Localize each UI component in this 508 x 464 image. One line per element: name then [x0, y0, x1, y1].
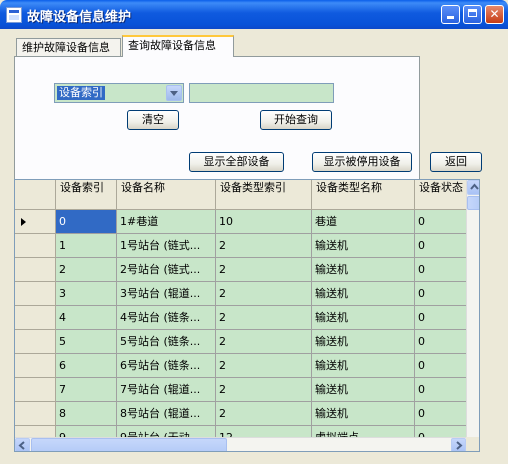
- row-header[interactable]: [15, 378, 56, 402]
- grid-cell[interactable]: 6: [56, 354, 117, 378]
- row-header[interactable]: [15, 234, 56, 258]
- grid-cell[interactable]: 6号站台 (链条...: [117, 354, 216, 378]
- row-header[interactable]: [15, 258, 56, 282]
- grid-cell[interactable]: 输送机: [312, 282, 415, 306]
- grid-cell[interactable]: 10: [216, 210, 312, 234]
- grid-cell[interactable]: 输送机: [312, 330, 415, 354]
- query-value-input[interactable]: [189, 83, 334, 103]
- row-header[interactable]: [15, 282, 56, 306]
- grid-cell[interactable]: 2: [56, 258, 117, 282]
- grid-cell[interactable]: 8号站台 (辊道...: [117, 402, 216, 426]
- grid-cell[interactable]: 2: [216, 378, 312, 402]
- grid-cell[interactable]: 2: [216, 330, 312, 354]
- grid-cell[interactable]: 2: [216, 258, 312, 282]
- back-button[interactable]: 返回: [430, 152, 482, 172]
- grid-cell[interactable]: 输送机: [312, 258, 415, 282]
- app-icon: [6, 7, 22, 23]
- grid-cell[interactable]: 输送机: [312, 234, 415, 258]
- grid-cell[interactable]: 输送机: [312, 378, 415, 402]
- grid-cell[interactable]: 1号站台 (链式...: [117, 234, 216, 258]
- grid-cell[interactable]: 5: [56, 330, 117, 354]
- window-title: 故障设备信息维护: [27, 10, 132, 25]
- row-header[interactable]: [15, 330, 56, 354]
- vertical-scrollbar[interactable]: [466, 180, 479, 437]
- tab-maintain[interactable]: 维护故障设备信息: [16, 38, 121, 57]
- scroll-right-arrow-icon[interactable]: [451, 438, 466, 451]
- grid-cell[interactable]: 0: [56, 210, 117, 234]
- vertical-scroll-thumb[interactable]: [467, 196, 479, 210]
- title-bar[interactable]: 故障设备信息维护 ✕: [0, 0, 508, 29]
- row-header[interactable]: [15, 354, 56, 378]
- show-all-button[interactable]: 显示全部设备: [189, 152, 284, 172]
- query-field-selected-text: 设备索引: [57, 86, 105, 100]
- grid-cell[interactable]: 2: [216, 234, 312, 258]
- grid-cell[interactable]: 输送机: [312, 402, 415, 426]
- horizontal-scrollbar[interactable]: [15, 437, 466, 451]
- grid-cell[interactable]: 2: [216, 354, 312, 378]
- column-header[interactable]: 设备类型名称: [312, 180, 415, 210]
- grid-cell[interactable]: 8: [56, 402, 117, 426]
- row-header[interactable]: [15, 210, 56, 234]
- grid-cell[interactable]: 3号站台 (辊道...: [117, 282, 216, 306]
- chevron-down-icon[interactable]: [166, 85, 182, 101]
- grid-cell[interactable]: 7号站台 (辊道...: [117, 378, 216, 402]
- scroll-up-arrow-icon[interactable]: [467, 180, 479, 195]
- grid-cell[interactable]: 巷道: [312, 210, 415, 234]
- main-window: 故障设备信息维护 ✕ 维护故障设备信息 查询故障设备信息 设备索引 清空 开始查…: [0, 0, 508, 464]
- grid-cell[interactable]: 5号站台 (链条...: [117, 330, 216, 354]
- grid-corner-header[interactable]: [15, 180, 56, 210]
- grid-cell[interactable]: 2: [216, 306, 312, 330]
- grid-cell[interactable]: 3: [56, 282, 117, 306]
- close-button[interactable]: ✕: [485, 5, 504, 24]
- maximize-icon: [468, 9, 477, 17]
- maximize-button[interactable]: [463, 5, 482, 24]
- grid-cell[interactable]: 1#巷道: [117, 210, 216, 234]
- grid-cell[interactable]: 输送机: [312, 354, 415, 378]
- row-header[interactable]: [15, 306, 56, 330]
- grid-cell[interactable]: 7: [56, 378, 117, 402]
- scroll-left-arrow-icon[interactable]: [15, 438, 30, 451]
- scrollbar-corner: [466, 437, 479, 451]
- column-header[interactable]: 设备名称: [117, 180, 216, 210]
- grid-cell[interactable]: 2: [216, 402, 312, 426]
- grid-cell[interactable]: 2号站台 (链式...: [117, 258, 216, 282]
- minimize-button[interactable]: [441, 5, 460, 24]
- grid-cell[interactable]: 1: [56, 234, 117, 258]
- close-icon: ✕: [489, 7, 500, 21]
- column-header[interactable]: 设备类型索引: [216, 180, 312, 210]
- query-tab-page: 设备索引 清空 开始查询 显示全部设备 显示被停用设备: [14, 56, 420, 180]
- current-row-arrow-icon: [21, 218, 26, 226]
- grid-cell[interactable]: 2: [216, 282, 312, 306]
- grid-cell[interactable]: 4号站台 (链条...: [117, 306, 216, 330]
- horizontal-scroll-thumb[interactable]: [31, 438, 227, 451]
- minimize-icon: [447, 16, 454, 19]
- clear-button[interactable]: 清空: [127, 110, 179, 130]
- search-button[interactable]: 开始查询: [260, 110, 332, 130]
- grid-cell[interactable]: 输送机: [312, 306, 415, 330]
- tab-query[interactable]: 查询故障设备信息: [122, 35, 234, 57]
- query-field-select[interactable]: 设备索引: [54, 83, 184, 103]
- show-disabled-button[interactable]: 显示被停用设备: [312, 152, 412, 172]
- grid-cell[interactable]: 4: [56, 306, 117, 330]
- row-header[interactable]: [15, 402, 56, 426]
- column-header[interactable]: 设备索引: [56, 180, 117, 210]
- device-grid[interactable]: 设备索引 设备名称 设备类型索引 设备类型名称 设备状态 0 1#巷道 10 巷道 0 1 1号站台 …: [14, 179, 480, 452]
